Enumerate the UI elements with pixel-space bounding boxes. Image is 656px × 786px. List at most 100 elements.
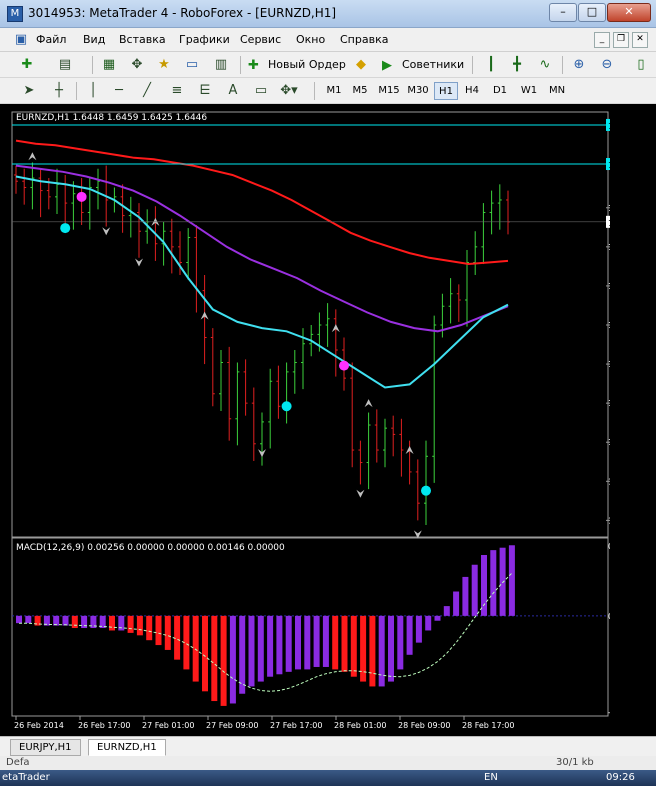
timeframe-m1[interactable]: M1 bbox=[322, 82, 346, 100]
zoom-out-icon[interactable]: ⊖ bbox=[598, 56, 616, 74]
level-label: 1.6508 bbox=[608, 122, 610, 131]
profiles-icon[interactable]: ▤ bbox=[56, 56, 74, 74]
taskbar-item[interactable]: etaTrader bbox=[2, 772, 50, 783]
macd-bar bbox=[229, 615, 236, 704]
macd-bar bbox=[276, 615, 283, 675]
timeframe-d1[interactable]: D1 bbox=[488, 82, 512, 100]
magenta-signal-dot bbox=[76, 191, 87, 202]
macd-bar bbox=[174, 615, 181, 660]
zoom-in-icon[interactable]: ⊕ bbox=[570, 56, 588, 74]
line-chart-icon[interactable]: ∿ bbox=[536, 56, 554, 74]
cursor-icon[interactable]: ➤ bbox=[20, 82, 38, 100]
macd-bar bbox=[481, 555, 487, 616]
timeframe-h1[interactable]: H1 bbox=[434, 82, 458, 100]
macd-bar bbox=[434, 615, 441, 621]
expert-advisors-button[interactable]: ▶ Советники bbox=[380, 55, 464, 75]
drawing-toolbar: ➤ ┼ │ ─ ╱ ≡ ⋿ A ▭ ✥▾ M1 M5 M15 M30 H1 H4… bbox=[0, 78, 656, 104]
time-axis: 26 Feb 2014 26 Feb 17:00 27 Feb 01:00 27 Fe… bbox=[14, 716, 514, 730]
macd-bar bbox=[127, 615, 134, 633]
price-tick-label: 1.6280 bbox=[608, 477, 610, 486]
market-watch-icon[interactable]: ▦ bbox=[100, 56, 118, 74]
tab-eurjpy[interactable]: EURJPY,H1 bbox=[10, 739, 81, 756]
price-tick-label: 1.6455 bbox=[608, 204, 610, 213]
mdi-close-button[interactable]: ✕ bbox=[632, 32, 648, 48]
fibonacci-icon[interactable]: ⋿ bbox=[196, 82, 214, 100]
navigator-icon[interactable]: ★ bbox=[155, 56, 173, 74]
crosshair-icon[interactable]: ┼ bbox=[50, 82, 68, 100]
maximize-button[interactable]: □ bbox=[578, 3, 606, 22]
menu-file[interactable]: Файл bbox=[36, 33, 66, 46]
tab-eurnzd[interactable]: EURNZD,H1 bbox=[88, 739, 166, 756]
price-tick-label: 1.6380 bbox=[608, 321, 610, 330]
tile-windows-icon[interactable]: ▯ bbox=[632, 56, 650, 74]
macd-bar bbox=[295, 615, 301, 670]
new-order-button[interactable]: ✚ Новый Ордер bbox=[246, 55, 346, 75]
chart-area[interactable]: 0.00287 0.00 -0.00395 1.6508 1.6483 1.6446 1.… bbox=[10, 106, 610, 736]
macd-bar bbox=[192, 615, 199, 682]
macd-bar bbox=[109, 615, 115, 631]
new-chart-icon[interactable]: ✚ bbox=[18, 56, 36, 74]
trendline-icon[interactable]: ╱ bbox=[138, 82, 156, 100]
macd-bar bbox=[285, 615, 292, 672]
mdi-restore-button[interactable]: ❐ bbox=[613, 32, 629, 48]
macd-bar bbox=[369, 615, 376, 687]
timeframe-m5[interactable]: M5 bbox=[348, 82, 372, 100]
text-label-icon[interactable]: ▭ bbox=[252, 82, 270, 100]
time-tick-label: 26 Feb 2014 bbox=[14, 721, 64, 730]
macd-bar bbox=[425, 615, 432, 631]
menu-help[interactable]: Справка bbox=[340, 33, 388, 46]
timeframe-w1[interactable]: W1 bbox=[516, 82, 542, 100]
timeframe-m15[interactable]: M15 bbox=[375, 82, 403, 100]
time-tick-label: 27 Feb 17:00 bbox=[270, 721, 322, 730]
macd-bar bbox=[304, 615, 311, 670]
macd-bar bbox=[462, 576, 469, 616]
toolbar-separator bbox=[240, 56, 241, 74]
chart-symbol-header: EURNZD,H1 1.6448 1.6459 1.6425 1.6446 bbox=[16, 113, 207, 123]
toolbar-separator bbox=[76, 82, 77, 100]
mdi-minimize-button[interactable]: _ bbox=[594, 32, 610, 48]
macd-bar bbox=[388, 615, 394, 682]
timeframe-m30[interactable]: M30 bbox=[404, 82, 432, 100]
metaeditor-icon[interactable]: ◆ bbox=[352, 56, 370, 74]
menu-tools[interactable]: Сервис bbox=[240, 33, 281, 46]
magenta-signal-dot bbox=[339, 360, 349, 371]
arrows-dropdown-icon[interactable]: ✥▾ bbox=[280, 82, 298, 100]
clock: 09:26 bbox=[606, 772, 635, 783]
vertical-line-icon[interactable]: │ bbox=[84, 82, 102, 100]
markers bbox=[28, 152, 431, 539]
bar-chart-icon[interactable]: ┃ bbox=[482, 56, 500, 74]
macd-bar bbox=[248, 615, 255, 687]
macd-bar bbox=[16, 615, 22, 624]
macd-bar bbox=[313, 615, 320, 667]
data-window-icon[interactable]: ✥ bbox=[128, 56, 146, 74]
macd-bar bbox=[406, 615, 413, 655]
strategy-tester-icon[interactable]: ▥ bbox=[212, 56, 230, 74]
close-button[interactable]: ✕ bbox=[607, 3, 651, 22]
metatrader-app-icon: M bbox=[7, 6, 23, 22]
menu-view[interactable]: Вид bbox=[83, 33, 105, 46]
horizontal-line-icon[interactable]: ─ bbox=[110, 82, 128, 100]
timeframe-mn[interactable]: MN bbox=[544, 82, 570, 100]
terminal-icon[interactable]: ▭ bbox=[183, 56, 201, 74]
timeframe-h4[interactable]: H4 bbox=[460, 82, 484, 100]
text-icon[interactable]: A bbox=[224, 82, 242, 100]
minimize-button[interactable]: – bbox=[549, 3, 577, 22]
macd-bar bbox=[239, 615, 246, 694]
channel-icon[interactable]: ≡ bbox=[168, 82, 186, 100]
time-tick-label: 27 Feb 09:00 bbox=[206, 721, 258, 730]
chart-window-icon[interactable]: ▣ bbox=[12, 31, 30, 49]
candlestick-icon[interactable]: ╋ bbox=[508, 56, 526, 74]
menu-charts[interactable]: Графики bbox=[179, 33, 230, 46]
macd-bar bbox=[25, 615, 32, 624]
language-indicator[interactable]: EN bbox=[484, 772, 498, 783]
price-chart[interactable]: 0.00287 0.00 -0.00395 1.6508 1.6483 1.6446 1.… bbox=[10, 106, 610, 736]
chart-tabs: EURJPY,H1 EURNZD,H1 bbox=[0, 736, 656, 756]
main-chart-frame bbox=[11, 111, 609, 538]
taskbar: etaTrader EN 09:26 bbox=[0, 770, 656, 786]
macd-bar bbox=[443, 606, 450, 616]
price-tick-label: 1.6430 bbox=[608, 243, 610, 252]
macd-bar bbox=[257, 615, 264, 682]
menu-insert[interactable]: Вставка bbox=[119, 33, 166, 46]
menu-window[interactable]: Окно bbox=[296, 33, 325, 46]
macd-bar bbox=[415, 615, 422, 643]
